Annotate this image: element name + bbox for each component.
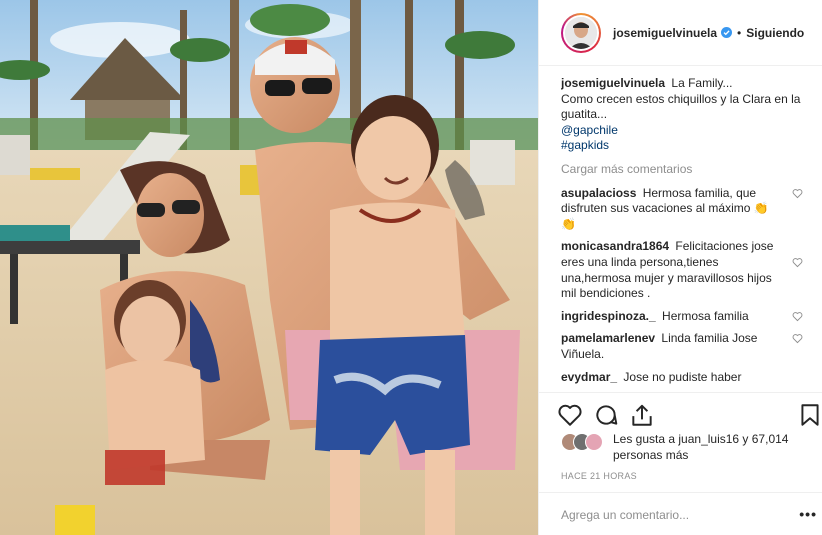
comment-item: asupalacioss Hermosa familia, que disfru… xyxy=(561,186,811,233)
comment-username[interactable]: pamelamarlenev xyxy=(561,331,655,345)
heart-icon[interactable] xyxy=(557,402,583,428)
comments-list[interactable]: josemiguelvinuela La Family... Como crec… xyxy=(561,76,811,388)
more-options-button[interactable]: ••• xyxy=(799,506,817,522)
comment-text: Hermosa familia xyxy=(662,308,749,323)
post-photo[interactable] xyxy=(0,0,538,535)
heart-outline-icon[interactable] xyxy=(792,311,803,322)
verified-badge-icon xyxy=(721,27,733,38)
separator-dot: • xyxy=(737,25,742,40)
author-avatar-ring[interactable] xyxy=(561,12,601,53)
instagram-post-modal: josemiguelvinuela • Siguiendo josemiguel… xyxy=(0,0,822,535)
likes-summary: Les gusta a juan_luis16 y 67,014 persona… xyxy=(561,430,811,466)
caption-mention-link[interactable]: @gapchile xyxy=(561,123,811,139)
comment-input[interactable] xyxy=(561,506,761,524)
comment-item: ingridespinoza._ Hermosa familia xyxy=(561,309,811,325)
comment-username[interactable]: asupalacioss xyxy=(561,186,636,200)
post-header: josemiguelvinuela • Siguiendo xyxy=(539,0,822,66)
post-sidebar: josemiguelvinuela • Siguiendo josemiguel… xyxy=(538,0,822,535)
avatar xyxy=(565,16,597,49)
share-icon[interactable] xyxy=(629,402,655,428)
comment-item: monicasandra1864 Felicitaciones jose ere… xyxy=(561,239,811,301)
liked-by-text[interactable]: Les gusta a juan_luis16 y 67,014 persona… xyxy=(613,432,813,463)
caption-hashtag-link[interactable]: #gapkids xyxy=(561,138,811,154)
bookmark-icon[interactable] xyxy=(797,402,822,428)
comment-username[interactable]: ingridespinoza._ xyxy=(561,309,656,323)
caption-username[interactable]: josemiguelvinuela xyxy=(561,76,665,90)
add-comment-bar: ••• xyxy=(539,492,822,535)
comment-item: pamelamarlenev Linda familia Jose Viñuel… xyxy=(561,331,811,362)
post-timestamp[interactable]: HACE 21 HORAS xyxy=(561,471,637,481)
author-avatar-frame xyxy=(563,14,599,51)
comment-username[interactable]: evydmar_ xyxy=(561,370,617,384)
post-actions-bar xyxy=(539,392,822,434)
comment-item: evydmar_ Jose no pudiste haber xyxy=(561,370,811,386)
comment-icon[interactable] xyxy=(593,402,619,428)
post-caption: josemiguelvinuela La Family... Como crec… xyxy=(561,76,811,154)
heart-outline-icon[interactable] xyxy=(792,333,803,344)
heart-outline-icon[interactable] xyxy=(792,188,803,199)
author-username[interactable]: josemiguelvinuela xyxy=(613,26,717,40)
beach-family-photo xyxy=(0,0,538,535)
heart-outline-icon[interactable] xyxy=(792,257,803,268)
liker-avatar[interactable] xyxy=(585,433,603,451)
author-avatar-image xyxy=(565,16,597,49)
load-more-comments-button[interactable]: Cargar más comentarios xyxy=(561,162,811,178)
comment-username[interactable]: monicasandra1864 xyxy=(561,239,669,253)
comment-text: Jose no pudiste haber xyxy=(623,369,742,384)
following-button[interactable]: Siguiendo xyxy=(746,26,804,40)
